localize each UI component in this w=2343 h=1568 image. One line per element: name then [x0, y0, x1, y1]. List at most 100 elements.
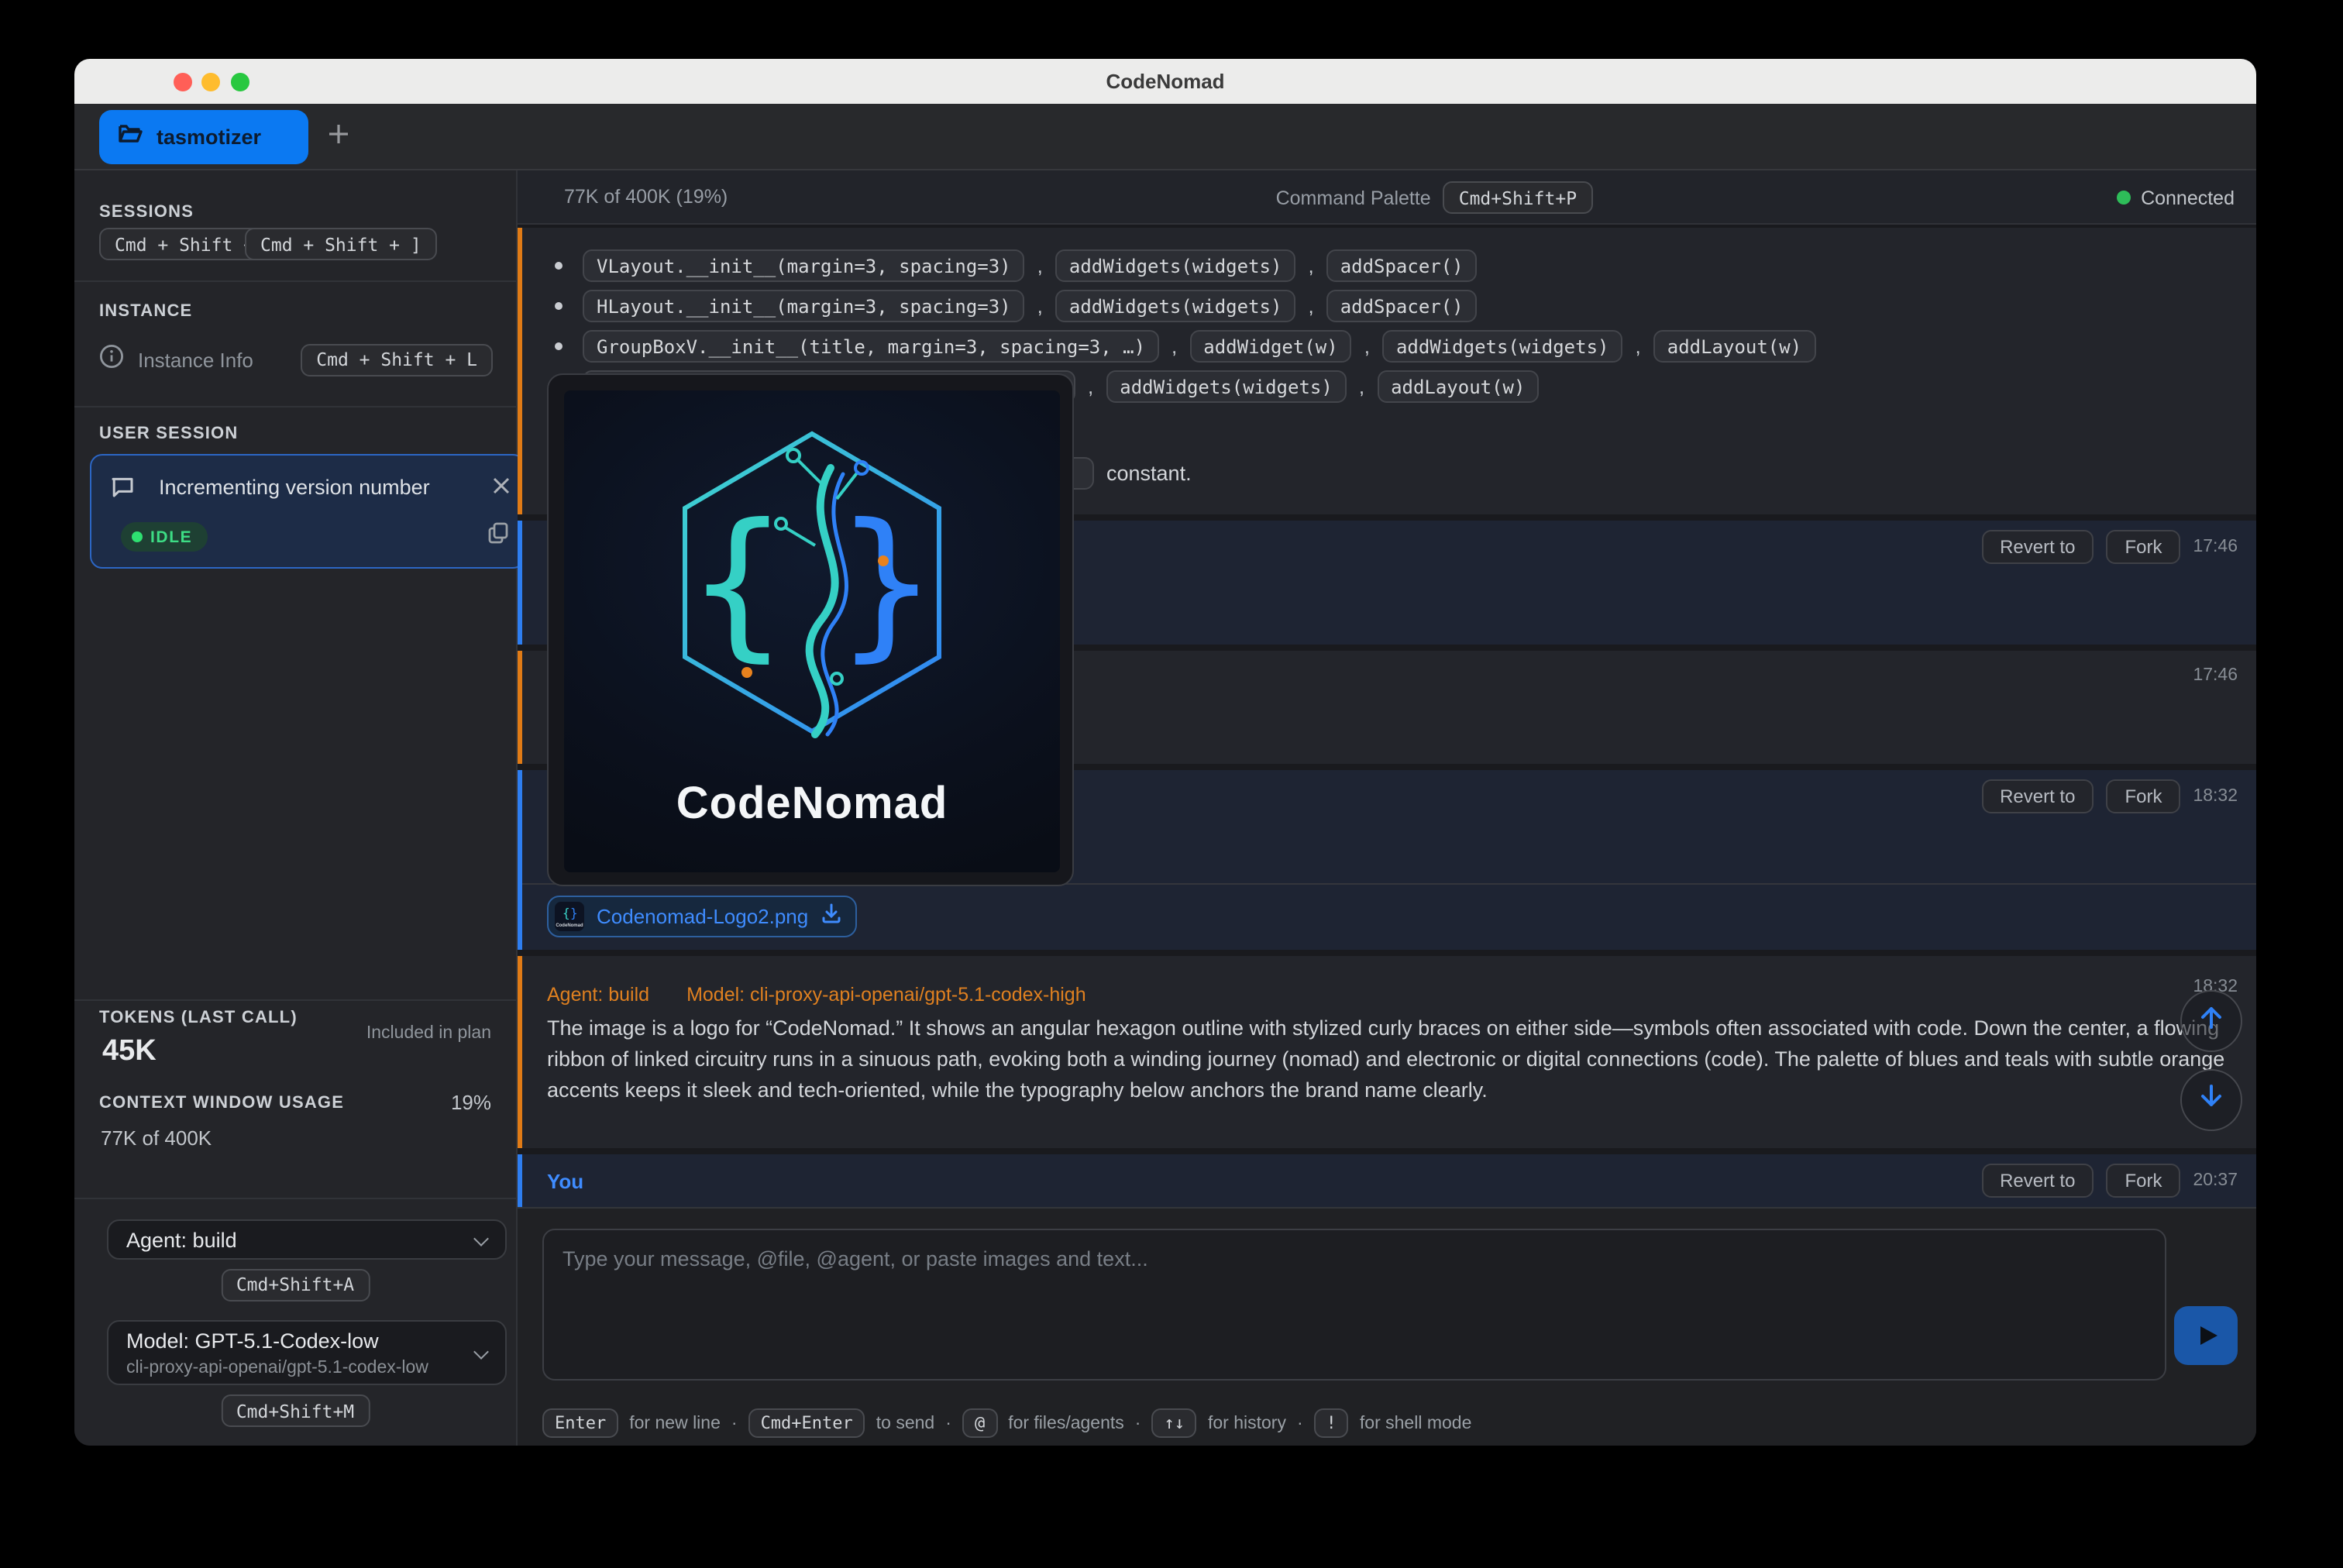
code-pill: addWidgets(widgets) — [1106, 370, 1347, 403]
desktop: CodeNomad tasmotizer — [0, 0, 2343, 1568]
separator: , — [1636, 335, 1641, 358]
code-pill: addSpacer() — [1326, 249, 1478, 282]
svg-text:}: } — [570, 906, 578, 920]
send-button[interactable] — [2174, 1305, 2238, 1365]
code-pill: addWidgets(widgets) — [1382, 330, 1623, 363]
context-usage-indicator: 77K of 400K (19%) — [564, 186, 728, 208]
session-card[interactable]: Incrementing version number IDLE — [89, 454, 525, 569]
user-message: You Revert to Fork 20:37 — [518, 1154, 2256, 1207]
connected-dot — [2116, 191, 2130, 205]
scroll-up-button[interactable] — [2180, 990, 2242, 1052]
image-preview-overlay[interactable]: { } CodeNomad — [547, 373, 1074, 886]
plan-note: Included in plan — [366, 1024, 491, 1043]
hint-separator: · — [1135, 1414, 1141, 1432]
instance-info-label: Instance Info — [138, 348, 253, 371]
agent-model-line: Agent: build Model: cli-proxy-api-openai… — [547, 983, 1086, 1005]
divider — [74, 999, 516, 1001]
code-pill: addWidgets(widgets) — [1055, 249, 1296, 282]
model-select-value: Model: GPT-5.1-Codex-low — [126, 1329, 379, 1352]
instance-section-label: INSTANCE — [99, 302, 192, 321]
arrow-down-icon — [2197, 1081, 2225, 1117]
fork-button[interactable]: Fork — [2106, 530, 2180, 564]
message-actions: 17:46 — [2193, 665, 2238, 684]
codenomad-logo-image: { } CodeNomad — [564, 390, 1060, 872]
divider — [74, 1198, 516, 1199]
message-timestamp: 17:46 — [2193, 538, 2238, 556]
agent-select[interactable]: Agent: build — [106, 1219, 506, 1260]
cmd-enter-hint: Cmd+Enter — [748, 1408, 865, 1438]
message-actions: Revert to Fork 17:46 — [1981, 530, 2238, 564]
revert-to-button[interactable]: Revert to — [1981, 779, 2094, 813]
separator: , — [1172, 335, 1177, 358]
window-title: CodeNomad — [74, 59, 2256, 104]
tokens-value: 45K — [102, 1035, 157, 1069]
history-keys-hint: ↑↓ — [1151, 1408, 1197, 1438]
svg-text:{: { — [686, 490, 789, 677]
tab-tasmotizer[interactable]: tasmotizer — [99, 109, 308, 163]
model-select[interactable]: Model: GPT-5.1-Codex-low cli-proxy-api-o… — [106, 1319, 506, 1384]
chat-area: 77K of 400K (19%) Command Palette Cmd+Sh… — [518, 170, 2256, 1446]
message-input[interactable] — [542, 1228, 2166, 1381]
message-timestamp: 18:32 — [2193, 786, 2238, 805]
assistant-message: Agent: build Model: cli-proxy-api-openai… — [518, 955, 2256, 1148]
hint-text: to send — [876, 1414, 934, 1432]
separator: , — [1088, 375, 1093, 398]
svg-text:{: { — [563, 906, 570, 920]
model-select-subtitle: cli-proxy-api-openai/gpt-5.1-codex-low — [126, 1358, 428, 1377]
code-pill: HLayout.__init__(margin=3, spacing=3) — [583, 290, 1025, 322]
separator: , — [1308, 254, 1313, 277]
chevron-down-icon — [473, 1231, 488, 1246]
code-pill: GroupBoxV.__init__(title, margin=3, spac… — [583, 330, 1159, 363]
revert-to-button[interactable]: Revert to — [1981, 530, 2094, 564]
message-actions: Revert to Fork 18:32 — [1981, 779, 2238, 813]
command-palette-shortcut[interactable]: Cmd+Shift+P — [1443, 181, 1592, 214]
titlebar: CodeNomad — [74, 59, 2256, 104]
revert-to-button[interactable]: Revert to — [1981, 1164, 2094, 1198]
folder-open-icon — [118, 122, 143, 151]
author-label: You — [547, 1170, 583, 1193]
agent-label: Agent: build — [547, 983, 649, 1005]
info-icon — [99, 343, 124, 376]
bullet-row: HLayout.__init__(margin=3, spacing=3) , … — [555, 290, 1478, 322]
download-icon[interactable] — [821, 903, 841, 930]
sessions-section-label: SESSIONS — [99, 203, 194, 222]
code-pill: addWidget(w) — [1189, 330, 1351, 363]
close-session-button[interactable] — [492, 474, 509, 502]
message-text: constant. — [1106, 462, 1192, 485]
enter-key-hint: Enter — [542, 1408, 618, 1438]
message-timestamp: 17:46 — [2193, 665, 2238, 684]
attachment-chip[interactable]: { } CodeNomad Codenomad-Logo2.png — [547, 896, 856, 937]
arrow-up-icon — [2197, 1003, 2225, 1039]
hint-separator: · — [945, 1414, 951, 1432]
connected-label: Connected — [2141, 187, 2235, 208]
thumbnail-label: CodeNomad — [556, 922, 583, 928]
context-window-label: CONTEXT WINDOW USAGE — [99, 1094, 344, 1112]
context-window-percent: 19% — [451, 1091, 491, 1114]
hint-text: for files/agents — [1008, 1414, 1124, 1432]
message-body: The image is a logo for “CodeNomad.” It … — [547, 1013, 2239, 1106]
hint-separator: · — [731, 1414, 738, 1432]
fork-button[interactable]: Fork — [2106, 1164, 2180, 1198]
shell-key-hint: ! — [1314, 1408, 1349, 1438]
agent-shortcut: Cmd+Shift+A — [221, 1268, 370, 1301]
bullet-icon — [555, 262, 563, 270]
svg-text:}: } — [835, 490, 938, 677]
model-shortcut: Cmd+Shift+M — [221, 1394, 370, 1427]
scroll-down-button[interactable] — [2180, 1068, 2242, 1130]
instance-info-shortcut: Cmd + Shift + L — [301, 343, 493, 376]
instance-info-row[interactable]: Instance Info Cmd + Shift + L — [99, 341, 493, 378]
context-window-detail: 77K of 400K — [101, 1126, 212, 1150]
bullet-icon — [555, 342, 563, 350]
code-pill: addWidgets(widgets) — [1055, 290, 1296, 322]
bullet-row: VLayout.__init__(margin=3, spacing=3) , … — [555, 249, 1478, 282]
chevron-down-icon — [473, 1343, 488, 1359]
session-status-badge: IDLE — [121, 522, 208, 552]
fork-button[interactable]: Fork — [2106, 779, 2180, 813]
bullet-icon — [555, 302, 563, 310]
message-actions: Revert to Fork 20:37 — [1981, 1164, 2238, 1198]
copy-session-button[interactable] — [487, 522, 507, 552]
attachment-thumbnail: { } CodeNomad — [555, 902, 584, 931]
hint-text: for history — [1208, 1414, 1286, 1432]
separator: , — [1037, 294, 1043, 318]
new-tab-button[interactable] — [322, 122, 353, 153]
